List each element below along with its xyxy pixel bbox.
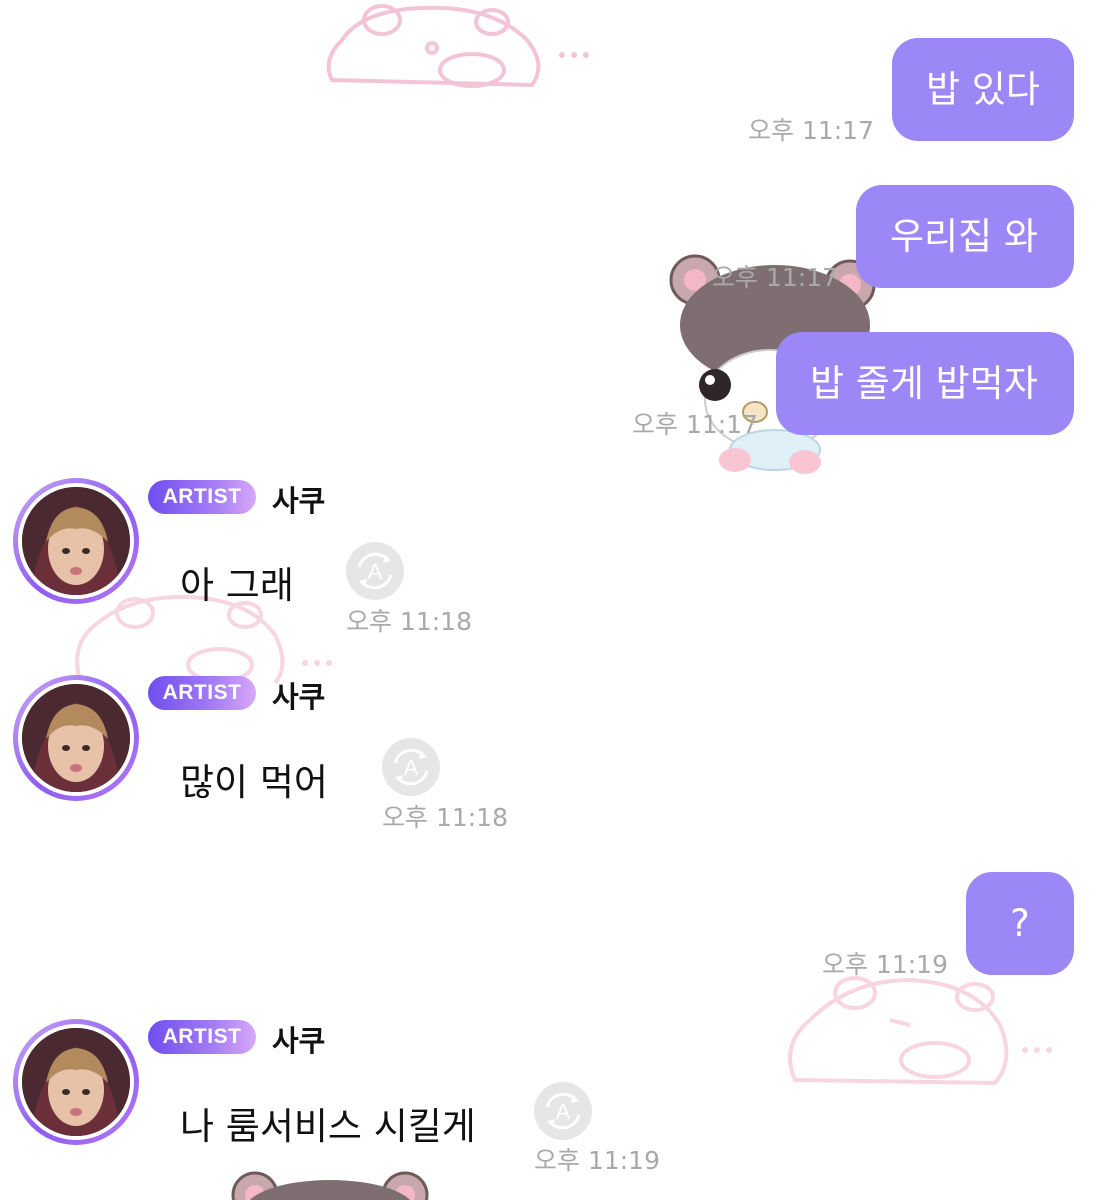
sender-name: 사쿠 [272,484,326,518]
artist-badge: ARTIST [148,676,256,710]
artist-badge: ARTIST [148,480,256,514]
svg-text:A: A [404,755,419,780]
avatar[interactable] [13,478,139,604]
sender-name: 사쿠 [272,1024,326,1058]
message-timestamp: 오후 11:18 [382,803,508,832]
avatar-photo [22,1028,130,1136]
message-timestamp: 오후 11:17 [712,263,838,292]
chat-area[interactable]: 밥 있다 오후 11:17 우리집 와 오후 11:17 밥 줄게 밥먹자 오후… [0,0,1096,1200]
message-timestamp: 오후 11:18 [346,607,472,636]
message-text[interactable]: 아 그래 [180,555,294,609]
translate-icon[interactable]: A [345,541,405,601]
translate-icon[interactable]: A [533,1081,593,1141]
bear-sticker-icon [231,1171,429,1200]
outgoing-message-bubble[interactable]: 밥 있다 [892,38,1074,141]
outgoing-message-bubble[interactable]: ? [966,872,1074,975]
bear-sticker-icon [788,976,1052,1086]
message-timestamp: 오후 11:19 [822,950,948,979]
bear-sticker-icon [326,4,589,88]
avatar-photo [22,487,130,595]
message-text[interactable]: 많이 먹어 [180,752,328,806]
translate-icon[interactable]: A [381,737,441,797]
message-text: 밥 줄게 밥먹자 [810,362,1038,405]
message-text: 밥 있다 [926,68,1040,111]
avatar[interactable] [13,1019,139,1145]
message-timestamp: 오후 11:19 [534,1146,660,1175]
outgoing-message-bubble[interactable]: 우리집 와 [856,185,1074,288]
message-text: ? [1010,902,1030,945]
avatar-photo [22,684,130,792]
sender-name: 사쿠 [272,680,326,714]
artist-badge: ARTIST [148,1020,256,1054]
svg-text:A: A [556,1099,571,1124]
message-timestamp: 오후 11:17 [632,410,758,439]
avatar[interactable] [13,675,139,801]
message-timestamp: 오후 11:17 [748,116,874,145]
message-text: 우리집 와 [890,215,1038,258]
message-text[interactable]: 나 룸서비스 시킬게 [180,1096,476,1150]
svg-text:A: A [368,559,383,584]
outgoing-message-bubble[interactable]: 밥 줄게 밥먹자 [776,332,1074,435]
